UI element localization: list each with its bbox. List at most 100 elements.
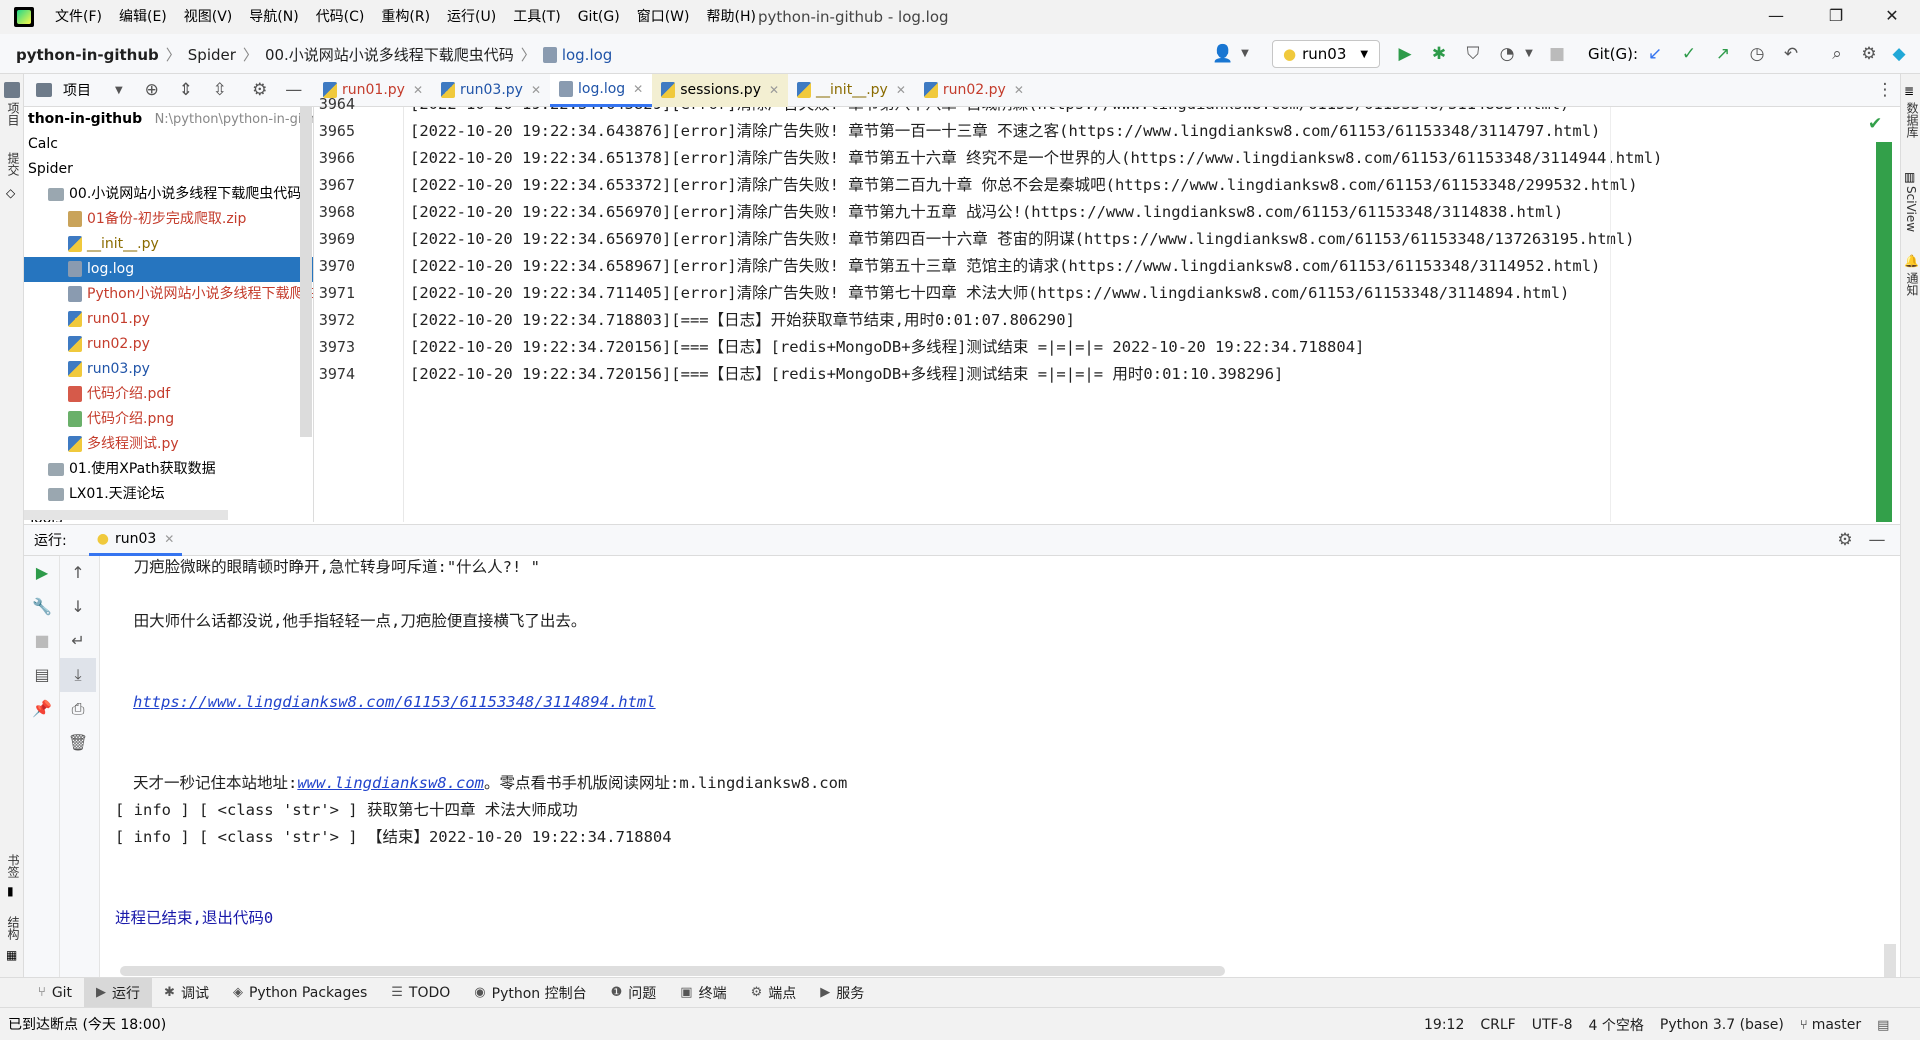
tool-window-tab[interactable]: ◉ Python 控制台 <box>462 978 598 1008</box>
tool-window-tab[interactable]: ◈ Python Packages <box>221 978 379 1008</box>
code-line[interactable]: [2022-10-20 19:22:34.658967][error]清除广告失… <box>410 253 1870 280</box>
close-tab-icon[interactable]: ✕ <box>413 83 423 97</box>
scroll-to-end-icon[interactable]: ⤓ <box>60 658 96 692</box>
indent-setting[interactable]: 4 个空格 <box>1589 1015 1644 1035</box>
chevron-down-icon[interactable]: ▼ <box>1518 43 1540 65</box>
print-icon[interactable]: ⎙ <box>60 692 96 726</box>
soft-wrap-icon[interactable]: ↵ <box>60 624 96 658</box>
console-link[interactable]: www.lingdianksw8.com <box>297 774 484 792</box>
project-tool-icon[interactable] <box>4 82 20 98</box>
chevron-down-icon[interactable]: ▼ <box>115 85 123 96</box>
console-line[interactable]: https://www.lingdianksw8.com/61153/61153… <box>100 689 1886 716</box>
tree-item[interactable]: Python小说网站小说多线程下载爬虫代 <box>24 282 313 307</box>
database-icon[interactable]: ≣ <box>1904 84 1914 98</box>
bookmarks-tool-label[interactable]: 书签 <box>5 854 22 878</box>
code-line[interactable]: [2022-10-20 19:22:34.720156][===【日志】[red… <box>410 361 1870 388</box>
tree-item[interactable]: Spider <box>24 157 313 182</box>
close-tab-icon[interactable]: ✕ <box>531 83 541 97</box>
code-line[interactable]: [2022-10-20 19:22:34.656970][error]清除广告失… <box>410 226 1870 253</box>
search-icon[interactable]: ⌕ <box>1826 43 1848 65</box>
settings-icon[interactable]: ⚙ <box>1858 43 1880 65</box>
jetbrains-toolbox-icon[interactable]: ◆ <box>1888 43 1910 65</box>
file-encoding[interactable]: UTF-8 <box>1532 1017 1573 1033</box>
edit-config-icon[interactable]: 🔧 <box>24 590 60 624</box>
python-interpreter[interactable]: Python 3.7 (base) <box>1660 1017 1784 1033</box>
expand-all-icon[interactable]: ⇕ <box>175 79 197 101</box>
bookmark-icon[interactable]: ▮ <box>7 884 14 898</box>
editor-tab[interactable]: run02.py ✕ <box>915 74 1033 107</box>
menu-item[interactable]: 编辑(E) <box>119 0 167 34</box>
code-line[interactable]: [2022-10-20 19:22:34.656970][error]清除广告失… <box>410 199 1870 226</box>
editor-tab[interactable]: __init__.py ✕ <box>788 74 915 107</box>
notifications-tool-label[interactable]: 通知 <box>1904 272 1920 296</box>
tool-window-tab[interactable]: ▶ 运行 <box>84 977 153 1008</box>
more-tabs-icon[interactable]: ⋮ <box>1874 79 1896 101</box>
structure-icon[interactable]: ▦ <box>6 948 17 962</box>
tree-item[interactable]: log.log <box>24 257 313 282</box>
tool-window-tab[interactable]: ▣ 终端 <box>668 978 738 1008</box>
notifications-icon[interactable]: 🔔 <box>1904 254 1919 268</box>
console-line[interactable]: [ info ] [ <class 'str'> ] 获取第七十四章 术法大师成… <box>100 797 1886 824</box>
layout-icon[interactable]: ▤ <box>24 658 60 692</box>
console-line[interactable] <box>100 581 1886 608</box>
console-line[interactable]: 刀疤脸微眯的眼睛顿时睁开,急忙转身呵斥道:"什么人?! " <box>100 556 1886 581</box>
profile-icon[interactable]: ◔ <box>1496 43 1518 65</box>
close-icon[interactable]: ✕ <box>1882 6 1902 26</box>
close-tab-icon[interactable]: ✕ <box>633 82 643 96</box>
tree-item[interactable]: run02.py <box>24 332 313 357</box>
tree-item[interactable]: 代码介绍.pdf <box>24 382 313 407</box>
caret-position[interactable]: 19:12 <box>1424 1017 1464 1033</box>
settings-icon[interactable]: ⚙ <box>1834 529 1856 551</box>
coverage-icon[interactable]: ⛉ <box>1462 43 1484 65</box>
tree-item[interactable]: 01.使用XPath获取数据 <box>24 457 313 482</box>
menu-item[interactable]: 帮助(H) <box>706 0 755 34</box>
console-line[interactable] <box>100 662 1886 689</box>
menu-item[interactable]: 重构(R) <box>381 0 430 34</box>
code-line[interactable]: [2022-10-20 19:22:34.718803][===【日志】开始获取… <box>410 307 1870 334</box>
tree-item[interactable]: LX01.天涯论坛 <box>24 482 313 507</box>
console-line[interactable] <box>100 743 1886 770</box>
tree-scrollbar[interactable] <box>300 107 312 437</box>
tree-root[interactable]: thon-in-github N:\python\python-in-gith <box>24 107 313 132</box>
code-content[interactable]: [2022-10-20 19:22:34.643829][error]清除广告失… <box>410 107 1870 522</box>
git-branch[interactable]: master <box>1812 1017 1861 1033</box>
commit-tool-label[interactable]: 提交 <box>5 152 22 176</box>
tree-item[interactable]: 01备份-初步完成爬取.zip <box>24 207 313 232</box>
console-line[interactable] <box>100 878 1886 905</box>
console-line[interactable]: 进程已结束,退出代码0 <box>100 905 1886 932</box>
history-icon[interactable]: ◷ <box>1746 43 1768 65</box>
sciview-tool-label[interactable]: SciView <box>1904 186 1918 232</box>
menu-item[interactable]: 工具(T) <box>513 0 560 34</box>
menu-item[interactable]: Git(G) <box>578 0 620 34</box>
run-config-select[interactable]: ● run03 ▼ <box>1272 40 1380 68</box>
tree-item[interactable]: run01.py <box>24 307 313 332</box>
git-commit-icon[interactable]: ✓ <box>1678 43 1700 65</box>
console-line[interactable]: 田大师什么话都没说,他手指轻轻一点,刀疤脸便直接横飞了出去。 <box>100 608 1886 635</box>
rollback-icon[interactable]: ↶ <box>1780 43 1802 65</box>
editor-scrollbar[interactable] <box>1876 142 1892 522</box>
menu-item[interactable]: 运行(U) <box>447 0 496 34</box>
console-hscrollbar[interactable] <box>120 966 1225 976</box>
menu-item[interactable]: 导航(N) <box>249 0 298 34</box>
run-tab[interactable]: ● run03 ✕ <box>88 525 183 556</box>
user-icon-group[interactable]: 👤 ▼ <box>1212 43 1256 65</box>
breadcrumb-project[interactable]: python-in-github <box>16 46 159 64</box>
debug-icon[interactable]: ✱ <box>1428 43 1450 65</box>
close-tab-icon[interactable]: ✕ <box>1014 83 1024 97</box>
console-link[interactable]: https://www.lingdianksw8.com/61153/61153… <box>133 693 656 711</box>
git-update-icon[interactable]: ↙ <box>1644 43 1666 65</box>
commit-icon[interactable]: ◇ <box>6 186 15 200</box>
tool-window-tab[interactable]: ❶ 问题 <box>599 978 669 1008</box>
scroll-up-icon[interactable]: ↑ <box>60 556 96 590</box>
code-line[interactable]: [2022-10-20 19:22:34.720156][===【日志】[red… <box>410 334 1870 361</box>
tool-window-tab[interactable]: ▶ 服务 <box>808 978 876 1008</box>
breadcrumb-file[interactable]: log.log <box>562 46 613 64</box>
code-line[interactable]: [2022-10-20 19:22:34.643829][error]清除广告失… <box>410 107 1870 118</box>
stop-icon[interactable]: ■ <box>1546 43 1568 65</box>
code-line[interactable]: [2022-10-20 19:22:34.651378][error]清除广告失… <box>410 145 1870 172</box>
database-tool-label[interactable]: 数据库 <box>1904 102 1920 138</box>
status-message[interactable]: 已到达断点 (今天 18:00) <box>8 1014 166 1034</box>
close-tab-icon[interactable]: ✕ <box>896 83 906 97</box>
console-vscrollbar[interactable] <box>1884 944 1896 978</box>
locate-icon[interactable]: ⊕ <box>141 79 163 101</box>
